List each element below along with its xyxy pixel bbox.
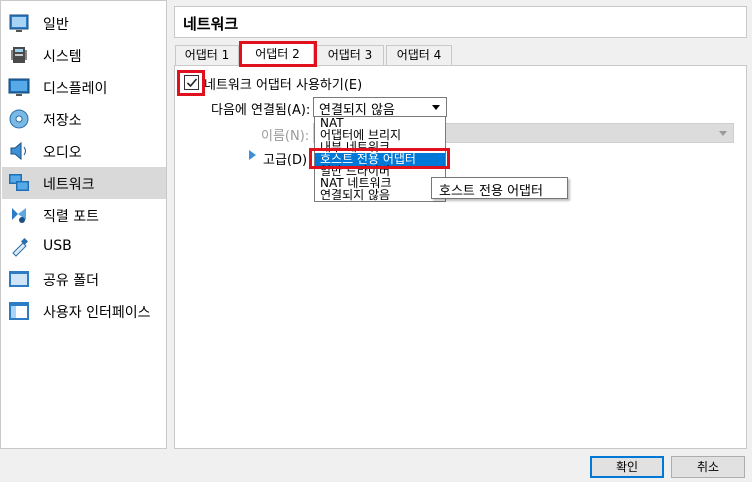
- tab-adapter-1[interactable]: 어댑터 1: [175, 45, 239, 65]
- tab-adapter-2[interactable]: 어댑터 2: [241, 42, 314, 66]
- sidebar-item-label: 공유 폴더: [43, 273, 99, 289]
- enable-adapter-checkbox[interactable]: [184, 75, 199, 90]
- serial-port-icon: [8, 204, 30, 226]
- tab-adapter-3[interactable]: 어댑터 3: [316, 45, 384, 65]
- audio-icon: [8, 140, 30, 162]
- advanced-toggle[interactable]: 고급(D): [263, 149, 307, 168]
- user-interface-icon: [8, 300, 30, 322]
- sidebar-item-label: 직렬 포트: [43, 209, 99, 225]
- attached-to-label: 다음에 연결됨(A):: [211, 103, 311, 118]
- settings-sidebar: 일반 시스템 디스플레이 저장소 오디오 네트워크 직렬 포트 USB 공유 폴…: [0, 0, 167, 449]
- tab-label: 어댑터 1: [184, 48, 230, 62]
- name-label: 이름(N):: [261, 129, 310, 144]
- chevron-down-icon: [719, 131, 727, 136]
- enable-adapter-label: 네트워크 어댑터 사용하기(E): [204, 78, 363, 93]
- sidebar-item-storage[interactable]: 저장소: [2, 103, 166, 135]
- display-icon: [8, 76, 30, 98]
- tab-adapter-4[interactable]: 어댑터 4: [386, 45, 452, 65]
- attached-to-select[interactable]: 연결되지 않음: [313, 97, 447, 118]
- page-header: 네트워크: [174, 6, 747, 38]
- sidebar-item-label: 사용자 인터페이스: [43, 305, 151, 321]
- usb-icon: [8, 236, 30, 258]
- sidebar-item-label: 저장소: [43, 113, 82, 129]
- general-icon: [8, 12, 30, 34]
- cancel-button[interactable]: 취소: [671, 456, 745, 478]
- storage-icon: [8, 108, 30, 130]
- sidebar-item-shared-folder[interactable]: 공유 폴더: [2, 263, 166, 295]
- sidebar-item-serial-port[interactable]: 직렬 포트: [2, 199, 166, 231]
- sidebar-item-general[interactable]: 일반: [2, 7, 166, 39]
- network-icon: [8, 172, 30, 194]
- chevron-down-icon: [432, 105, 440, 110]
- check-icon: [186, 78, 198, 88]
- tooltip: 호스트 전용 어댑터: [431, 177, 568, 199]
- expand-arrow-icon[interactable]: [249, 150, 256, 160]
- sidebar-item-display[interactable]: 디스플레이: [2, 71, 166, 103]
- sidebar-item-audio[interactable]: 오디오: [2, 135, 166, 167]
- sidebar-item-system[interactable]: 시스템: [2, 39, 166, 71]
- system-icon: [8, 44, 30, 66]
- sidebar-item-label: USB: [43, 238, 72, 254]
- tab-label: 어댑터 3: [327, 48, 373, 62]
- shared-folder-icon: [8, 268, 30, 290]
- page-title: 네트워크: [183, 15, 239, 33]
- sidebar-item-label: 오디오: [43, 145, 82, 161]
- sidebar-item-user-interface[interactable]: 사용자 인터페이스: [2, 295, 166, 327]
- sidebar-item-label: 디스플레이: [43, 81, 108, 97]
- ok-button[interactable]: 확인: [590, 456, 664, 478]
- attached-to-dropdown-list: NAT 어댑터에 브리지 내부 네트워크 호스트 전용 어댑터 일반 드라이버 …: [314, 116, 446, 202]
- dropdown-option-not-attached[interactable]: 연결되지 않음: [315, 189, 445, 201]
- tab-label: 어댑터 4: [396, 48, 442, 62]
- sidebar-item-network[interactable]: 네트워크: [2, 167, 166, 199]
- tooltip-text: 호스트 전용 어댑터: [439, 184, 543, 199]
- sidebar-item-label: 일반: [43, 17, 69, 33]
- tab-label: 어댑터 2: [255, 47, 300, 61]
- sidebar-item-label: 네트워크: [43, 177, 95, 193]
- sidebar-item-usb[interactable]: USB: [2, 231, 166, 263]
- sidebar-item-label: 시스템: [43, 49, 82, 65]
